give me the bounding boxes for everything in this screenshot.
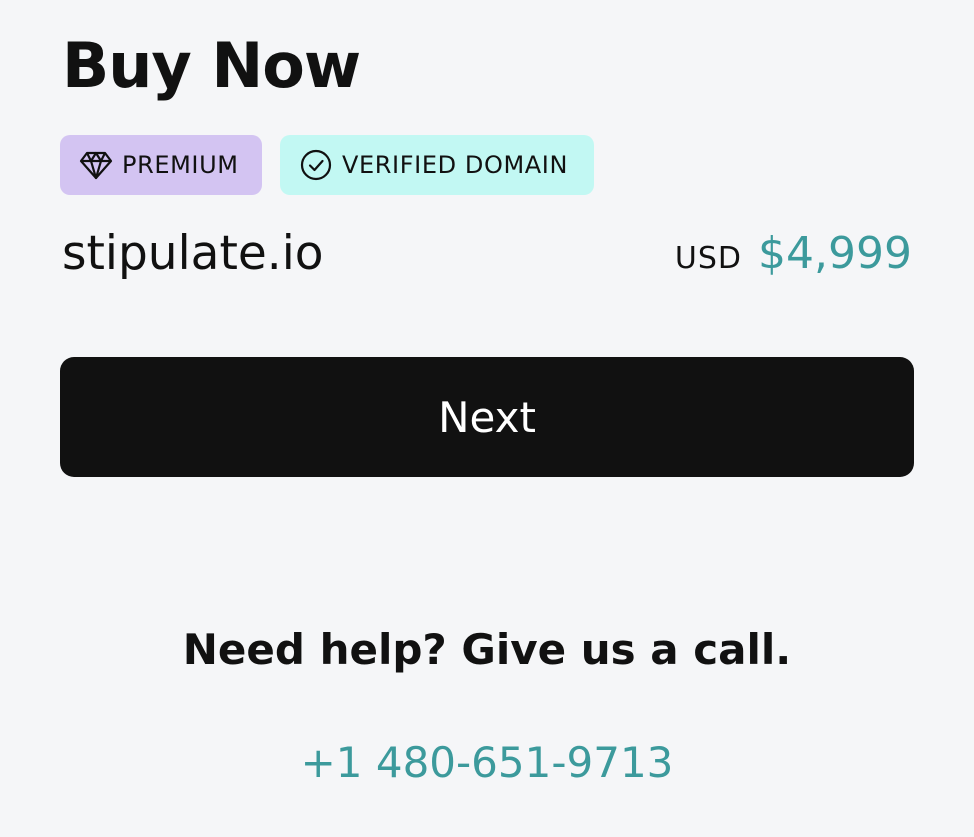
verified-domain-badge: VERIFIED DOMAIN	[280, 135, 594, 195]
currency-label: USD	[674, 240, 743, 276]
check-circle-icon	[298, 147, 334, 183]
badge-list: PREMIUM VERIFIED DOMAIN	[60, 135, 594, 195]
diamond-icon	[78, 147, 114, 183]
help-text: Need help? Give us a call.	[182, 625, 792, 674]
next-button[interactable]: Next	[60, 357, 914, 477]
buy-now-panel: Buy Now PREMIUM VERIFIED DOMAIN stipulat…	[0, 0, 974, 837]
price: USD $4,999	[675, 228, 912, 279]
verified-domain-badge-label: VERIFIED DOMAIN	[342, 151, 569, 179]
premium-badge-label: PREMIUM	[122, 151, 239, 179]
phone-link[interactable]: +1 480-651-9713	[0, 738, 974, 787]
premium-badge: PREMIUM	[60, 135, 262, 195]
price-amount: $4,999	[758, 227, 912, 279]
page-title: Buy Now	[62, 29, 361, 102]
domain-price-row: stipulate.io USD $4,999	[62, 222, 912, 284]
domain-name: stipulate.io	[62, 225, 324, 281]
